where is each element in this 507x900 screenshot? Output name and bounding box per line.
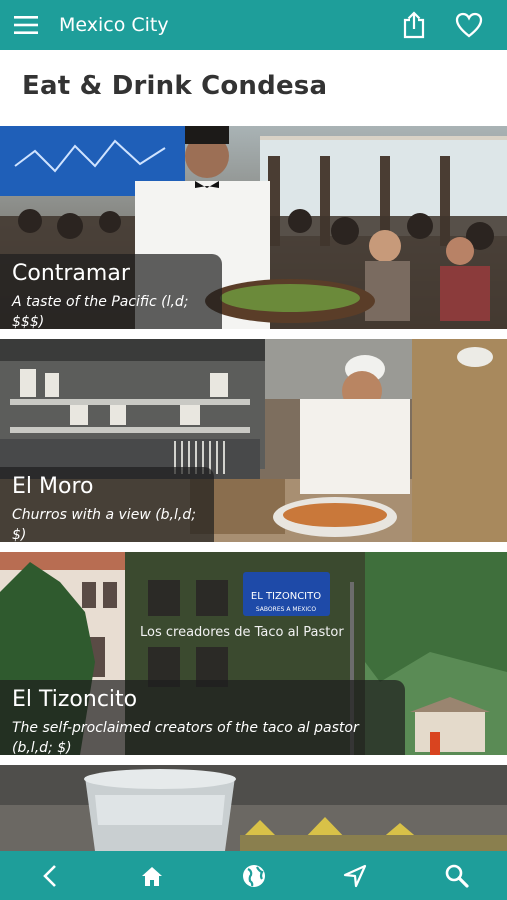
- page-title: Eat & Drink Condesa: [22, 71, 328, 101]
- listing-description: The self-proclaimed creators of the taco…: [12, 720, 359, 755]
- listing-name: El Moro: [12, 474, 94, 499]
- listing-card-contramar[interactable]: Contramar A taste of the Pacific (l,d; $…: [0, 126, 507, 329]
- wall-lettering: Los creadores de Taco al Pastor: [140, 625, 344, 640]
- back-icon[interactable]: [38, 863, 64, 889]
- share-icon[interactable]: [401, 11, 427, 39]
- listing-card-el-tizoncito[interactable]: EL TIZONCITO SABORES A MEXICO Los creado…: [0, 552, 507, 755]
- listing-name: Contramar: [12, 261, 130, 286]
- listing-name: El Tizoncito: [12, 687, 138, 712]
- listing-card-el-moro[interactable]: El Moro Churros with a view (b,l,d; $): [0, 339, 507, 542]
- hamburger-menu-icon[interactable]: [14, 15, 38, 35]
- listing-card-partial[interactable]: [0, 765, 507, 851]
- top-app-bar: Mexico City: [0, 0, 507, 50]
- heart-icon[interactable]: [455, 12, 483, 38]
- bottom-navigation-bar: [0, 851, 507, 900]
- navigate-icon[interactable]: [342, 863, 368, 889]
- app-title: Mexico City: [59, 14, 169, 36]
- globe-icon[interactable]: [241, 863, 267, 889]
- search-icon[interactable]: [444, 863, 470, 889]
- home-icon[interactable]: [139, 863, 165, 889]
- sign-name: EL TIZONCITO: [251, 591, 321, 602]
- listing-description: A taste of the Pacific (l,d; $$$): [12, 294, 189, 329]
- listing-caption: Contramar A taste of the Pacific (l,d; $…: [0, 254, 222, 329]
- listing-caption: El Moro Churros with a view (b,l,d; $): [0, 467, 214, 542]
- listing-caption: El Tizoncito The self-proclaimed creator…: [0, 680, 405, 755]
- listing-description: Churros with a view (b,l,d; $): [12, 507, 196, 542]
- sign-subtitle: SABORES A MEXICO: [256, 606, 316, 613]
- listing-photo: [0, 765, 507, 851]
